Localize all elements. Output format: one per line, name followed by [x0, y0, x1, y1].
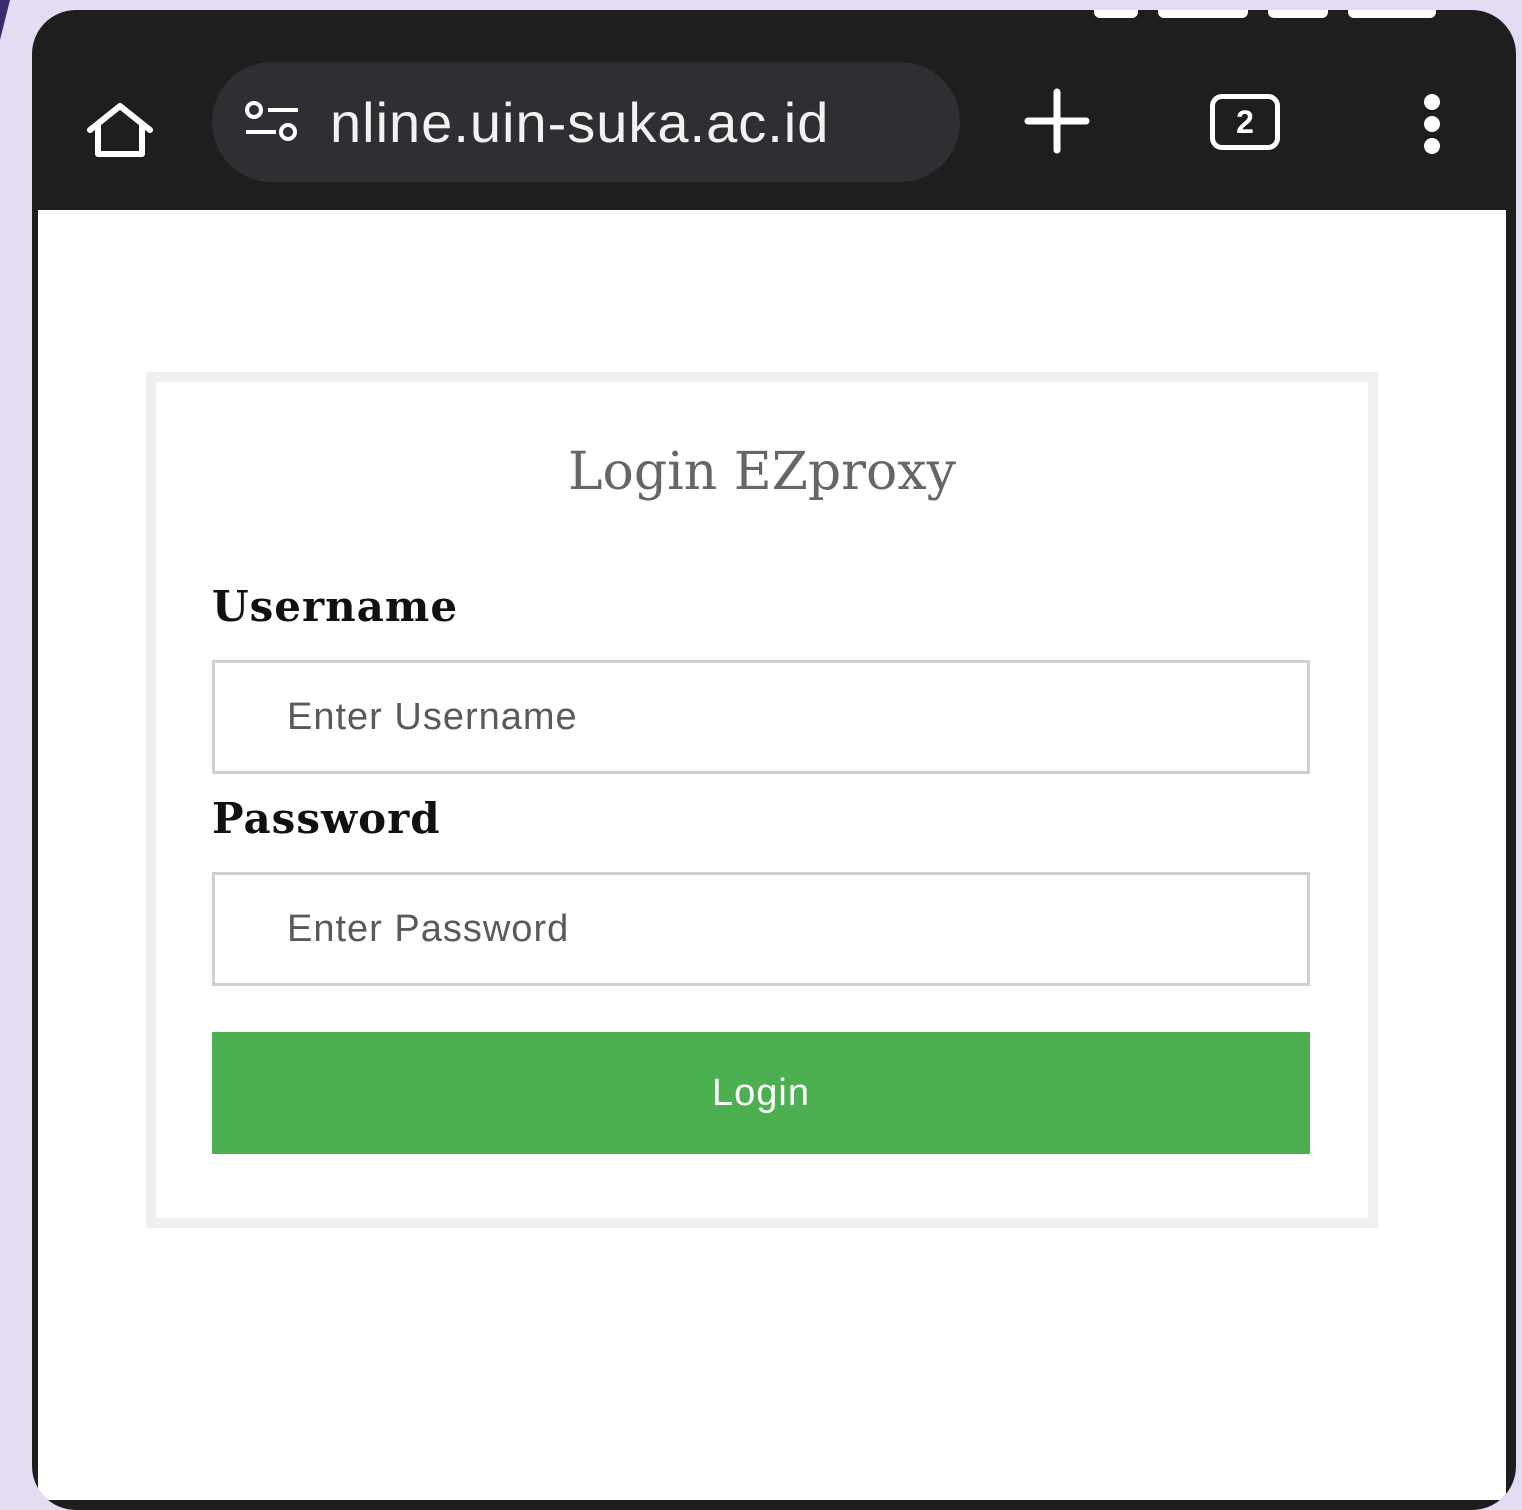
battery-icon — [1348, 10, 1436, 18]
signal-icon — [1158, 10, 1248, 18]
plus-icon — [1024, 88, 1090, 154]
page-title: Login EZproxy — [567, 442, 957, 502]
username-label: Username — [212, 582, 459, 631]
login-button[interactable]: Login — [212, 1032, 1310, 1154]
status-bar — [32, 10, 1516, 34]
more-vert-icon[interactable] — [1412, 94, 1452, 154]
status-icons — [1094, 10, 1436, 18]
new-tab-button[interactable] — [1022, 86, 1092, 156]
tab-count: 2 — [1236, 103, 1254, 140]
corner-accent — [0, 0, 10, 40]
browser-toolbar: nline.uin-suka.ac.id 2 — [32, 50, 1516, 206]
tab-switcher-button[interactable]: 2 — [1210, 94, 1280, 150]
url-text[interactable]: nline.uin-suka.ac.id — [330, 90, 829, 155]
tune-icon[interactable] — [242, 97, 302, 147]
menu-dot — [1424, 138, 1440, 154]
home-icon — [87, 103, 153, 157]
menu-dot — [1424, 116, 1440, 132]
password-label: Password — [212, 794, 441, 843]
phone-frame: nline.uin-suka.ac.id 2 Login EZproxy Use… — [32, 10, 1516, 1510]
login-card: Login EZproxy Username Password Login — [146, 372, 1378, 1228]
page-content: Login EZproxy Username Password Login — [38, 210, 1506, 1500]
password-input[interactable] — [212, 872, 1310, 986]
username-input[interactable] — [212, 660, 1310, 774]
address-bar[interactable]: nline.uin-suka.ac.id — [212, 62, 960, 182]
signal-2-icon — [1268, 10, 1328, 18]
menu-dot — [1424, 94, 1440, 110]
home-button[interactable] — [80, 90, 160, 170]
notification-icon — [1094, 10, 1138, 18]
